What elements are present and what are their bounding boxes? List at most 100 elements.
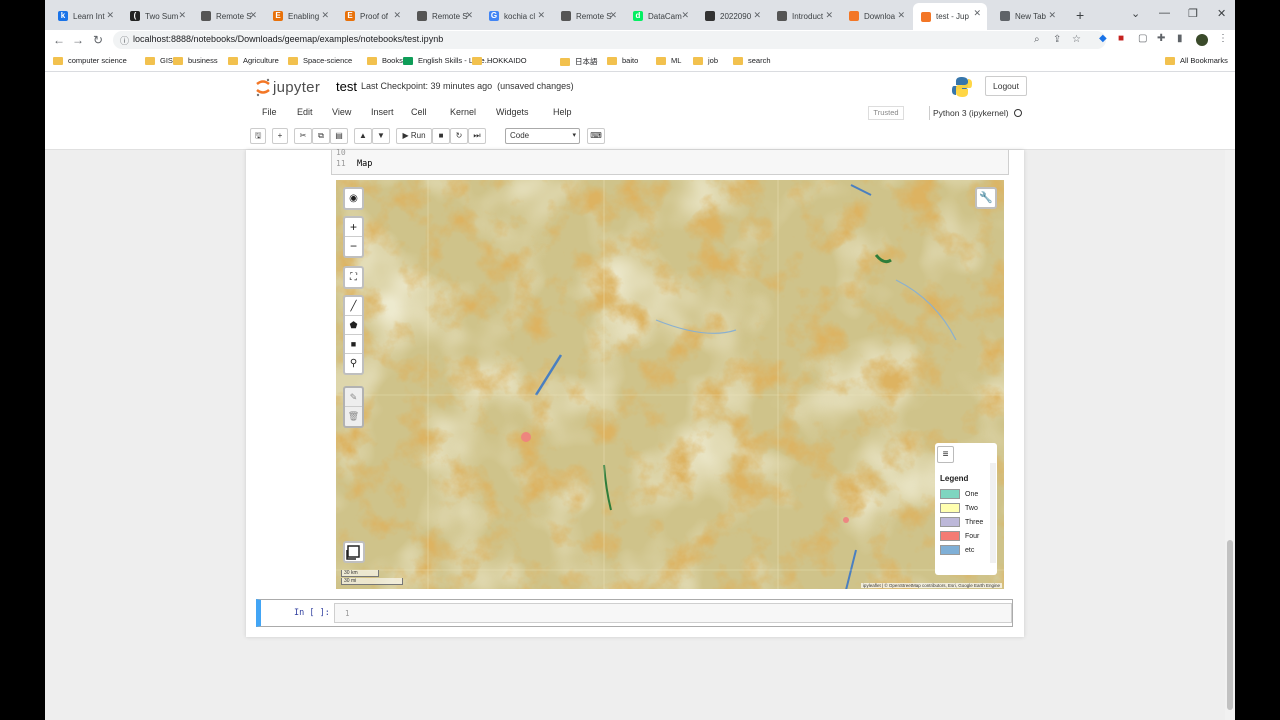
bookmark-item[interactable]: job [693,56,718,65]
zoom-in-button[interactable]: + [345,218,362,237]
new-tab-button[interactable]: + [1076,7,1084,23]
extension-icon[interactable]: ▢ [1138,33,1147,44]
chrome-menu-icon[interactable]: ⋮ [1218,33,1228,44]
draw-rectangle-icon[interactable]: ■ [345,335,362,354]
draw-marker-icon[interactable]: ⚲ [345,354,362,373]
close-tab-icon[interactable]: ✕ [178,10,186,21]
close-tab-icon[interactable]: ✕ [321,10,329,21]
close-window-button[interactable]: ✕ [1217,7,1226,20]
globe-icon[interactable]: ◉ [345,189,362,208]
minimize-button[interactable]: — [1159,7,1170,19]
fullscreen-icon[interactable]: ⛶ [345,268,362,287]
command-palette-icon[interactable]: ⌨ [587,128,605,144]
menu-kernel[interactable]: Kernel [450,107,476,117]
browser-tab[interactable]: E Proof of ✕ [337,5,407,27]
close-tab-icon[interactable]: ✕ [465,10,473,21]
forward-icon[interactable]: → [72,33,84,47]
save-icon[interactable]: 🖫 [250,128,266,144]
browser-tab[interactable]: Introduct ✕ [769,5,839,27]
input-cell[interactable]: In [ ]: 1 [256,599,1013,627]
layer-manager-icon[interactable] [343,541,365,563]
bookmark-item[interactable]: Agriculture [228,56,279,65]
browser-tab[interactable]: Remote S ✕ [553,5,623,27]
draw-polygon-icon[interactable]: ⬟ [345,316,362,335]
reload-icon[interactable]: ↻ [93,33,103,47]
close-tab-icon[interactable]: ✕ [106,10,114,21]
extensions-puzzle-icon[interactable]: ✚ [1157,33,1165,44]
close-tab-icon[interactable]: ✕ [393,10,401,21]
page-scrollbar[interactable] [1225,150,1235,720]
trusted-indicator[interactable]: Trusted [868,106,904,120]
browser-tab[interactable]: d DataCam ✕ [625,5,695,27]
browser-tab[interactable]: (Two Sum ✕ [122,5,192,27]
basemap-control[interactable]: ◉ [343,187,364,210]
zoom-icon[interactable]: ⌕ [1034,34,1040,45]
side-panel-icon[interactable]: ▮ [1177,33,1183,44]
map-attribution[interactable]: ipyleaflet | © OpenStreetMap contributor… [860,583,1002,588]
browser-tab[interactable]: k Learn Int ✕ [50,5,120,27]
paste-icon[interactable]: ▤ [330,128,348,144]
edit-layers-icon[interactable]: ✎ [345,388,362,407]
menu-view[interactable]: View [332,107,351,117]
site-info-icon[interactable]: ⓘ [120,34,129,47]
menu-edit[interactable]: Edit [297,107,313,117]
close-tab-icon[interactable]: ✕ [1048,10,1056,21]
bookmark-item[interactable]: baito [607,56,638,65]
address-bar[interactable]: ⓘ localhost:8888/notebooks/Downloads/gee… [113,31,1106,49]
close-tab-icon[interactable]: ✕ [537,10,545,21]
logout-button[interactable]: Logout [985,76,1027,96]
extension-icon[interactable]: ◆ [1099,33,1107,44]
extension-icon[interactable]: ■ [1118,33,1124,44]
cell-type-select[interactable]: Code ▾ [505,128,580,144]
legend-scrollbar[interactable] [990,463,996,563]
interrupt-icon[interactable]: ■ [432,128,450,144]
move-up-icon[interactable]: ▲ [354,128,372,144]
menu-cell[interactable]: Cell [411,107,427,117]
bookmark-item[interactable]: ML [656,56,681,65]
share-icon[interactable]: ⇪ [1053,34,1061,45]
restart-run-all-icon[interactable]: ⏭ [468,128,486,144]
wrench-icon[interactable]: 🔧 [975,187,997,209]
all-bookmarks[interactable]: All Bookmarks [1165,56,1228,65]
move-down-icon[interactable]: ▼ [372,128,390,144]
insert-cell-icon[interactable]: + [272,128,288,144]
legend-toggle-button[interactable]: ≡ [937,446,954,463]
restore-button[interactable]: ❐ [1188,7,1198,20]
bookmark-item[interactable]: GIS [145,56,173,65]
menu-help[interactable]: Help [553,107,572,117]
run-button[interactable]: ▶ Run [396,128,432,144]
cut-icon[interactable]: ✂ [294,128,312,144]
bookmark-item[interactable]: 日本語 [560,56,598,67]
browser-tab[interactable]: Remote S ✕ [193,5,263,27]
browser-tab[interactable]: test - Jup ✕ [913,3,987,30]
notebook-name[interactable]: test [336,79,357,94]
browser-tab[interactable]: Remote S ✕ [409,5,479,27]
browser-tab[interactable]: New Tab ✕ [992,5,1062,27]
bookmark-item[interactable]: HOKKAIDO [472,56,527,65]
bookmark-star-icon[interactable]: ☆ [1072,34,1081,45]
draw-polyline-icon[interactable]: ╱ [345,297,362,316]
close-tab-icon[interactable]: ✕ [897,10,905,21]
back-icon[interactable]: ← [53,33,65,47]
close-tab-icon[interactable]: ✕ [609,10,617,21]
menu-file[interactable]: File [262,107,277,117]
browser-tab[interactable]: Downloa ✕ [841,5,911,27]
bookmark-item[interactable]: Books [367,56,403,65]
bookmark-item[interactable]: business [173,56,218,65]
map-widget[interactable]: ◉ + − ⛶ ╱ ⬟ ■ ⚲ ✎ 🗑 🔧 ≡ Legend One Two T… [336,180,1004,589]
bookmark-item[interactable]: Space-science [288,56,352,65]
menu-insert[interactable]: Insert [371,107,394,117]
browser-tab[interactable]: Gkochia cl ✕ [481,5,551,27]
scrollbar-thumb[interactable] [1227,540,1233,710]
bookmark-item[interactable]: search [733,56,771,65]
zoom-out-button[interactable]: − [345,237,362,256]
close-tab-icon[interactable]: ✕ [681,10,689,21]
tab-search-icon[interactable]: ⌄ [1131,7,1140,20]
menu-widgets[interactable]: Widgets [496,107,529,117]
close-tab-icon[interactable]: ✕ [973,8,981,19]
cell-editor[interactable]: 1 [334,603,1012,623]
kernel-indicator[interactable]: Python 3 (ipykernel) [929,106,1022,120]
bookmark-item[interactable]: computer science [53,56,127,65]
close-tab-icon[interactable]: ✕ [249,10,257,21]
restart-icon[interactable]: ↻ [450,128,468,144]
